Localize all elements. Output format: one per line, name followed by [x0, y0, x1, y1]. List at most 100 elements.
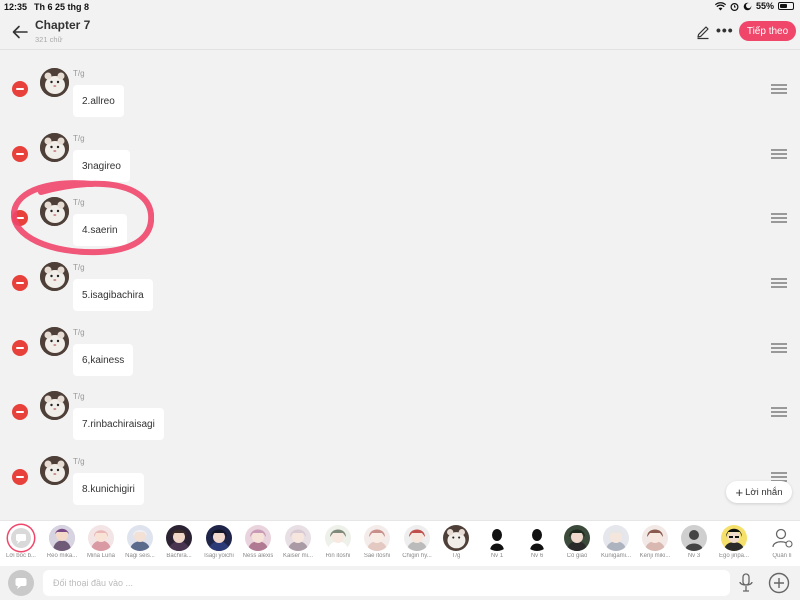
message-bubble[interactable]: 6,kainess [73, 344, 134, 376]
narration-toggle-button[interactable] [8, 570, 34, 596]
hamster-avatar-icon [443, 525, 469, 551]
character-bar: Lời bốc b... Reo mika... Mina Luna Nagi … [0, 520, 800, 566]
character-label: Sae itoshi [363, 553, 391, 559]
remove-message-button[interactable] [12, 275, 28, 291]
character-item[interactable]: Chigiri hy... [397, 525, 437, 559]
hamster-avatar-icon [40, 68, 69, 97]
character-item[interactable]: T/g [436, 525, 476, 559]
remove-message-button[interactable] [12, 469, 28, 485]
message-bubble[interactable]: 5.isagibachira [73, 279, 153, 311]
character-item[interactable]: Reo mika... [42, 525, 82, 559]
plus-circle-icon [768, 572, 790, 594]
message-bubble[interactable]: 2.allreo [73, 85, 124, 117]
plus-icon: + [735, 484, 744, 500]
remove-message-button[interactable] [12, 81, 28, 97]
add-attachment-button[interactable] [768, 572, 790, 594]
drag-handle[interactable] [771, 149, 787, 159]
avatar[interactable] [40, 262, 69, 291]
avatar[interactable] [40, 133, 69, 162]
manage-avatar [769, 525, 795, 551]
message-row: T/g 5.isagibachira [0, 260, 800, 324]
message-bubble[interactable]: 8.kunichigiri [73, 473, 144, 505]
avatar[interactable] [40, 456, 69, 485]
back-button[interactable] [10, 22, 30, 42]
character-item[interactable]: Ego jinpa... [714, 525, 754, 559]
character-label: Kunigami... [600, 553, 631, 559]
status-indicators: 55% [714, 1, 794, 11]
character-item[interactable]: Kenji miki... [635, 525, 675, 559]
character-item[interactable]: Nv 6 [517, 525, 557, 559]
sender-name: T/g [73, 392, 85, 401]
character-item[interactable]: Nv 3 [674, 525, 714, 559]
chapter-title: Chapter 7 [35, 18, 91, 32]
character-item[interactable]: Kaiser mi... [278, 525, 318, 559]
character-avatar [681, 525, 707, 551]
character-item[interactable]: Cô giáo [557, 525, 597, 559]
alarm-icon [730, 2, 739, 11]
character-narration[interactable]: Lời bốc b... [1, 525, 41, 559]
message-row: T/g 7.rinbachiraisagi [0, 389, 800, 453]
character-avatar [564, 525, 590, 551]
chat-bubble-icon [11, 528, 31, 548]
character-item[interactable]: Isagi yoichi [199, 525, 239, 559]
sender-name: T/g [73, 328, 85, 337]
character-label: Rin itoshi [325, 553, 351, 559]
manage-users-icon [772, 528, 793, 548]
input-bar [0, 566, 800, 600]
character-avatar [524, 525, 550, 551]
drag-handle[interactable] [771, 213, 787, 223]
hamster-avatar-icon [40, 262, 69, 291]
character-avatar [325, 525, 351, 551]
dialogue-input[interactable] [43, 570, 730, 596]
message-bubble[interactable]: 4.saerin [73, 214, 127, 246]
add-message-button[interactable]: + Lời nhắn [726, 481, 792, 503]
message-bubble[interactable]: 7.rinbachiraisagi [73, 408, 164, 440]
remove-message-button[interactable] [12, 340, 28, 356]
message-row: T/g 3nagireo [0, 131, 800, 195]
drag-handle[interactable] [771, 407, 787, 417]
character-label: Bachira... [166, 553, 192, 559]
message-bubble[interactable]: 3nagireo [73, 150, 130, 182]
manage-characters-button[interactable]: Quản lí [762, 525, 800, 559]
next-button[interactable]: Tiếp theo [739, 21, 796, 41]
character-label: Ness alexis [242, 553, 274, 559]
edit-button[interactable] [695, 24, 711, 40]
hamster-avatar-icon [40, 327, 69, 356]
status-date: Th 6 25 thg 8 [34, 2, 90, 12]
avatar[interactable] [40, 197, 69, 226]
message-list: T/g 2.allreo T/g 3nagireo T/g 4.saerin T… [0, 50, 800, 520]
more-options-button[interactable]: ••• [716, 22, 734, 38]
drag-handle[interactable] [771, 84, 787, 94]
character-label: Ego jinpa... [718, 553, 750, 559]
remove-message-button[interactable] [12, 146, 28, 162]
character-label: Nv 6 [530, 553, 544, 559]
character-avatar [721, 525, 747, 551]
battery-percent: 55% [755, 1, 774, 11]
character-item[interactable]: Nv 1 [477, 525, 517, 559]
status-time: 12:35 [4, 2, 28, 12]
avatar[interactable] [40, 68, 69, 97]
remove-message-button[interactable] [12, 210, 28, 226]
character-item[interactable]: Mina Luna [81, 525, 121, 559]
character-item[interactable]: Bachira... [159, 525, 199, 559]
character-item[interactable]: Nagi seis... [120, 525, 160, 559]
wifi-icon [714, 1, 726, 10]
sender-name: T/g [73, 198, 85, 207]
character-item[interactable]: Rin itoshi [318, 525, 358, 559]
character-label: Kaiser mi... [282, 553, 313, 559]
character-label: Nv 1 [490, 553, 504, 559]
drag-handle[interactable] [771, 278, 787, 288]
character-avatar [484, 525, 510, 551]
avatar[interactable] [40, 327, 69, 356]
character-label: Isagi yoichi [204, 553, 234, 559]
character-item[interactable]: Sae itoshi [357, 525, 397, 559]
voice-input-button[interactable] [738, 573, 754, 593]
avatar[interactable] [40, 391, 69, 420]
hamster-avatar-icon [40, 197, 69, 226]
character-item[interactable]: Kunigami... [596, 525, 636, 559]
character-label: Lời bốc b... [6, 553, 36, 559]
drag-handle[interactable] [771, 343, 787, 353]
character-label: Kenji miki... [639, 553, 671, 559]
remove-message-button[interactable] [12, 404, 28, 420]
character-item[interactable]: Ness alexis [238, 525, 278, 559]
